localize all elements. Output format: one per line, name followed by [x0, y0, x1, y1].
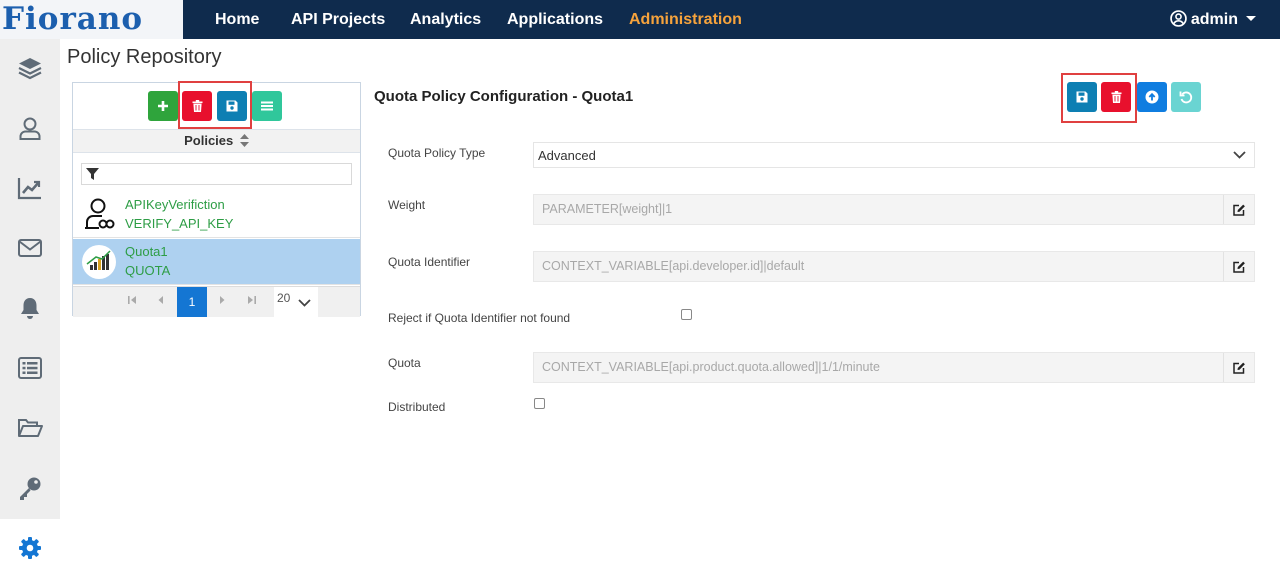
user-icon[interactable] — [14, 112, 46, 144]
filter-icon — [86, 168, 99, 180]
policy-type: QUOTA — [125, 263, 171, 278]
undo-icon — [1179, 91, 1193, 104]
quota-identifier-field[interactable]: CONTEXT_VARIABLE[api.developer.id]|defau… — [533, 251, 1255, 282]
save-policy-button[interactable] — [217, 91, 247, 121]
save-icon — [226, 100, 238, 112]
page-size-select[interactable]: 20 — [274, 287, 318, 317]
nav-applications[interactable]: Applications — [507, 0, 603, 39]
pagination: 1 20 — [73, 286, 360, 317]
last-page-icon[interactable] — [240, 287, 264, 317]
distributed-checkbox[interactable] — [534, 398, 545, 409]
layers-icon[interactable] — [14, 52, 46, 84]
trash-icon — [192, 100, 202, 112]
edit-icon[interactable] — [1223, 252, 1254, 281]
reject-if-not-found-label: Reject if Quota Identifier not found — [388, 311, 571, 325]
user-name: admin — [1190, 11, 1238, 28]
menu-lines-icon — [261, 101, 273, 111]
gear-icon[interactable] — [14, 532, 46, 564]
edit-icon[interactable] — [1223, 195, 1254, 224]
chevron-down-icon — [1246, 16, 1256, 21]
policy-name: Quota1 — [125, 244, 168, 259]
top-navbar: Fiorano Home API Projects Analytics Appl… — [0, 0, 1280, 39]
plus-icon — [158, 101, 168, 111]
upload-button[interactable] — [1137, 82, 1167, 112]
first-page-icon[interactable] — [120, 287, 144, 317]
reset-button[interactable] — [1171, 82, 1201, 112]
user-menu[interactable]: admin — [1170, 0, 1256, 39]
nav-administration[interactable]: Administration — [629, 0, 742, 39]
key-icon[interactable] — [14, 472, 46, 504]
weight-label: Weight — [388, 198, 426, 212]
quota-label: Quota — [388, 356, 421, 370]
key-user-icon — [81, 197, 117, 233]
quota-field[interactable]: CONTEXT_VARIABLE[api.product.quota.allow… — [533, 352, 1255, 383]
nav-home[interactable]: Home — [215, 0, 259, 39]
policy-type-label: Quota Policy Type — [388, 146, 486, 160]
save-config-button[interactable] — [1067, 82, 1097, 112]
delete-config-button[interactable] — [1101, 82, 1131, 112]
policy-filter-input[interactable] — [81, 163, 352, 185]
sidebar — [0, 39, 60, 577]
arrow-up-circle-icon — [1145, 90, 1159, 104]
policy-type-select[interactable]: Advanced — [533, 142, 1255, 168]
user-circle-icon — [1170, 10, 1187, 27]
list-view-button[interactable] — [252, 91, 282, 121]
delete-policy-button[interactable] — [182, 91, 212, 121]
edit-icon[interactable] — [1223, 353, 1254, 382]
policy-row-apikeyverifiction[interactable]: APIKeyVerifiction VERIFY_API_KEY — [73, 192, 360, 238]
prev-page-icon[interactable] — [149, 287, 173, 317]
reject-if-not-found-checkbox[interactable] — [681, 309, 692, 320]
nav-api-projects[interactable]: API Projects — [291, 0, 385, 39]
add-policy-button[interactable] — [148, 91, 178, 121]
policy-row-quota1[interactable]: Quota1 QUOTA — [73, 239, 360, 285]
distributed-label: Distributed — [388, 400, 446, 414]
sort-icon — [239, 134, 249, 147]
nav-analytics[interactable]: Analytics — [410, 0, 481, 39]
trash-icon — [1111, 91, 1121, 103]
policies-column-header[interactable]: Policies — [73, 129, 360, 153]
quota-icon — [81, 244, 117, 280]
chart-icon[interactable] — [14, 172, 46, 204]
next-page-icon[interactable] — [210, 287, 234, 317]
weight-field[interactable]: PARAMETER[weight]|1 — [533, 194, 1255, 225]
policy-type: VERIFY_API_KEY — [125, 216, 234, 231]
page-title: Policy Repository — [67, 46, 222, 68]
logo[interactable]: Fiorano — [0, 0, 183, 39]
mail-icon[interactable] — [14, 232, 46, 264]
chevron-down-icon — [298, 299, 311, 307]
folder-icon[interactable] — [14, 412, 46, 444]
list-icon[interactable] — [14, 352, 46, 384]
chevron-down-icon — [1233, 151, 1246, 159]
current-page-button[interactable]: 1 — [177, 287, 207, 317]
policy-list-panel: Policies APIKeyVerifiction VERIFY_API_KE… — [72, 82, 361, 317]
bell-icon[interactable] — [14, 292, 46, 324]
quota-identifier-label: Quota Identifier — [388, 255, 471, 269]
policy-name: APIKeyVerifiction — [125, 197, 225, 212]
form-title: Quota Policy Configuration - Quota1 — [374, 88, 634, 105]
save-icon — [1076, 91, 1088, 103]
